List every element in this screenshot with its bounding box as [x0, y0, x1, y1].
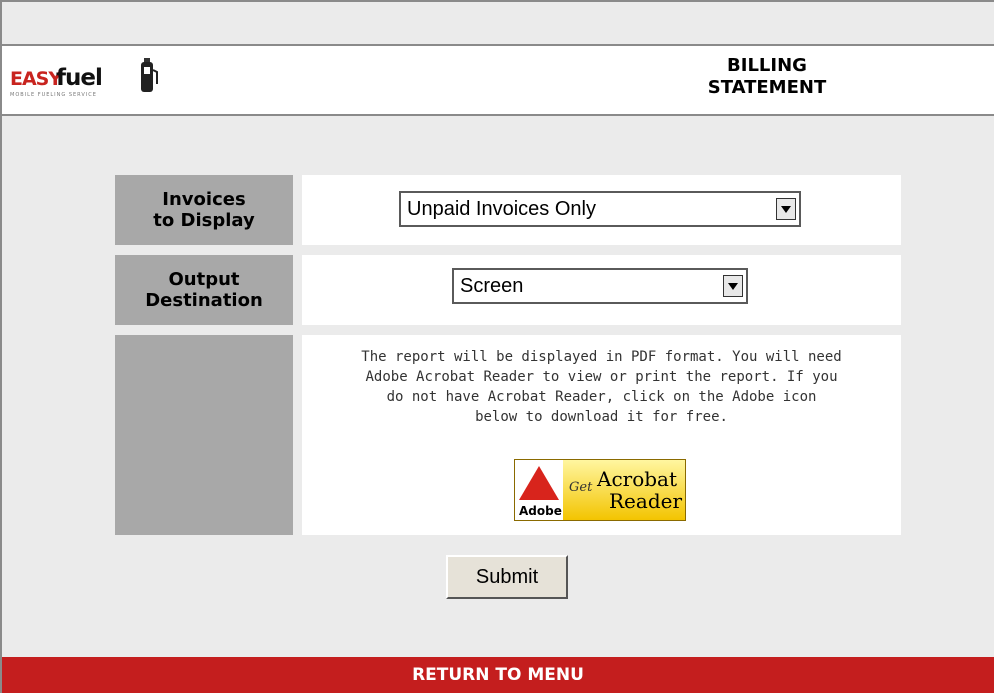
app-window: EASY fuel MOBILE FUELING SERVICE BILLING… [0, 0, 994, 693]
invoices-label-line1: Invoices [162, 189, 246, 210]
adobe-acrobat-text: Acrobat [597, 467, 678, 491]
page-title: BILLING STATEMENT [642, 55, 892, 99]
logo-easy-text: EASY [10, 68, 62, 90]
return-to-menu-link[interactable]: RETURN TO MENU [2, 657, 994, 693]
submit-button[interactable]: Submit [446, 555, 568, 599]
output-select[interactable]: Screen [452, 268, 748, 304]
top-bar [2, 0, 994, 46]
output-select-value: Screen [460, 275, 524, 297]
page-title-line1: BILLING [727, 55, 807, 76]
invoices-select[interactable]: Unpaid Invoices Only [399, 191, 801, 227]
pdf-note-line: The report will be displayed in PDF form… [361, 349, 842, 365]
easyfuel-logo[interactable]: EASY fuel MOBILE FUELING SERVICE [10, 58, 160, 102]
adobe-logo: Adobe [515, 460, 563, 520]
note-cell: The report will be displayed in PDF form… [302, 335, 901, 535]
adobe-reader-icon[interactable]: Adobe Get Acrobat Reader [514, 459, 686, 521]
invoices-row: Invoices to Display Unpaid Invoices Only [115, 175, 901, 245]
output-cell: Screen [302, 255, 901, 325]
pdf-note-line: below to download it for free. [475, 409, 728, 425]
invoices-label: Invoices to Display [115, 175, 293, 245]
chevron-down-icon[interactable] [776, 198, 796, 220]
note-row: The report will be displayed in PDF form… [115, 335, 901, 535]
pdf-note-line: Adobe Acrobat Reader to view or print th… [365, 369, 838, 385]
invoices-label-line2: to Display [153, 210, 255, 231]
output-label-line2: Destination [145, 290, 263, 311]
footer-bar: RETURN TO MENU [2, 657, 994, 693]
page-header: EASY fuel MOBILE FUELING SERVICE BILLING… [2, 46, 994, 116]
pdf-note: The report will be displayed in PDF form… [302, 347, 901, 427]
adobe-brand-text: Adobe [519, 504, 562, 518]
logo-fuel-text: fuel [56, 65, 103, 91]
fuel-pump-icon [141, 58, 158, 92]
adobe-a-icon [519, 466, 559, 500]
invoices-cell: Unpaid Invoices Only [302, 175, 901, 245]
page-title-line2: STATEMENT [707, 77, 827, 98]
logo-tagline: MOBILE FUELING SERVICE [10, 92, 97, 98]
pdf-note-line: do not have Acrobat Reader, click on the… [386, 389, 817, 405]
adobe-get-text: Get [569, 480, 593, 495]
adobe-reader-text: Reader [609, 489, 683, 513]
output-row: Output Destination Screen [115, 255, 901, 325]
invoices-select-value: Unpaid Invoices Only [407, 198, 596, 220]
output-label-line1: Output [168, 269, 240, 290]
output-label: Output Destination [115, 255, 293, 325]
note-label-empty [115, 335, 293, 535]
chevron-down-icon[interactable] [723, 275, 743, 297]
